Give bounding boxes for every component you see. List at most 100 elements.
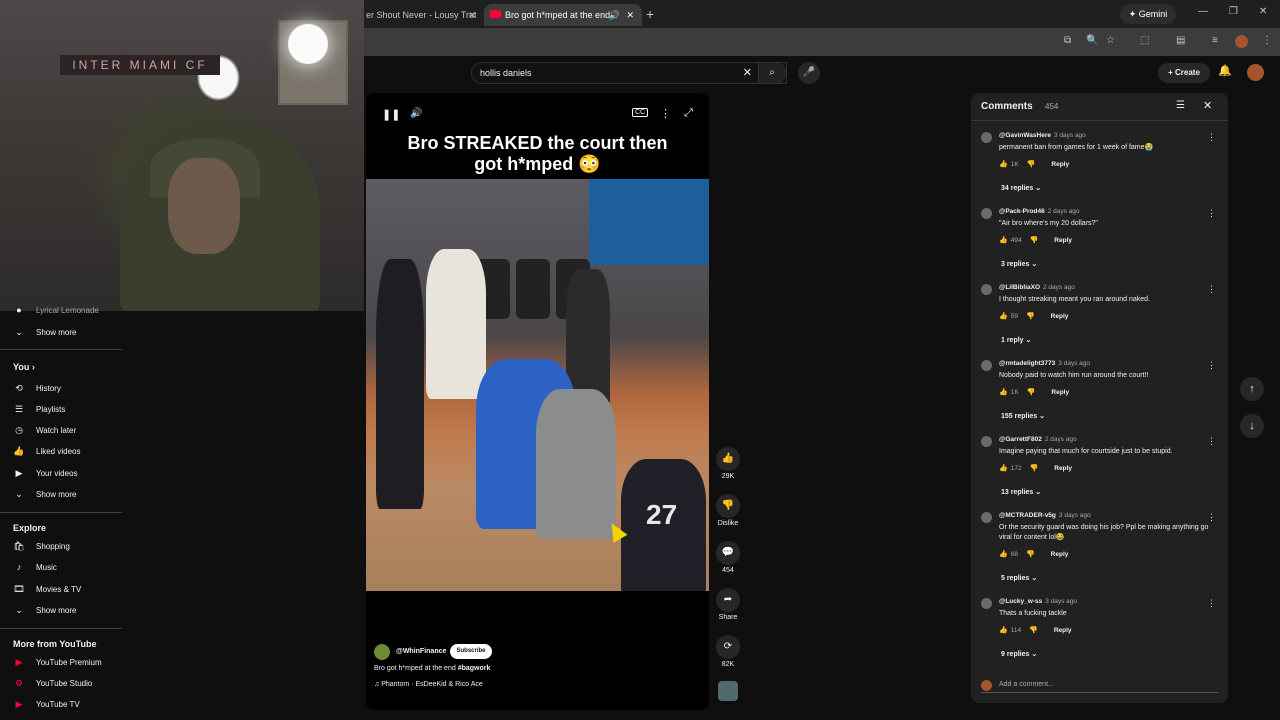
sound-thumbnail[interactable] [718,681,738,701]
zoom-icon[interactable]: 🔍 [1086,35,1098,46]
sidebar-item-studio[interactable]: ⚙ YouTube Studio [12,674,92,692]
close-icon[interactable]: ✕ [1203,99,1212,112]
minimize-icon[interactable]: — [1198,6,1208,17]
clear-search-icon[interactable]: ✕ [743,63,752,83]
commenter-avatar[interactable] [981,512,992,523]
view-replies-button[interactable]: 34 replies ⌄ [1001,184,1041,192]
remix-icon[interactable]: ⟳ [716,635,740,659]
account-avatar[interactable] [1247,64,1264,81]
new-tab-button[interactable]: + [646,4,654,24]
hashtag-link[interactable]: #bagwork [458,665,491,672]
add-comment-input[interactable]: Add a comment... [981,679,1218,693]
thumbs-down-icon[interactable]: 👎 [1027,389,1036,396]
bookmark-star-icon[interactable]: ☆ [1106,35,1115,46]
thumbs-up-icon[interactable]: 👍 [999,389,1008,396]
audio-playing-icon[interactable]: 🔊 [609,4,620,26]
side-panel-icon[interactable]: ▤ [1176,35,1185,46]
thumbs-down-icon[interactable]: 👎 [1027,161,1036,168]
thumbs-up-icon[interactable]: 👍 [999,551,1008,558]
thumbs-up-icon[interactable]: 👍 [999,627,1008,634]
search-icon[interactable]: ⌕ [758,62,786,84]
comment-more-icon[interactable]: ⋮ [1207,436,1216,447]
shorts-player[interactable]: ❚❚ 🔊 CC ⋮ ⤢ Bro STREAKED the court then … [366,93,709,710]
sidebar-show-more[interactable]: ⌄ Show more [12,485,76,503]
share-action[interactable]: ➦ Share [716,588,740,624]
browser-tab[interactable]: er Shout Never - Lousy Trut ✕ [366,4,476,26]
sidebar-show-more[interactable]: ⌄ Show more [12,323,76,341]
comment-more-icon[interactable]: ⋮ [1207,132,1216,143]
close-window-icon[interactable]: ✕ [1259,6,1267,17]
reply-button[interactable]: Reply [1054,465,1072,472]
browser-tab-active[interactable]: Bro got h*mped at the end 🔊 ✕ [484,4,642,26]
commenter-avatar[interactable] [981,360,992,371]
comment-author[interactable]: @Pack-Prod46 2 days ago [999,208,1080,215]
create-button[interactable]: + Create [1158,63,1210,83]
view-replies-button[interactable]: 155 replies ⌄ [1001,412,1045,420]
commenter-avatar[interactable] [981,598,992,609]
volume-icon[interactable]: 🔊 [410,108,422,119]
channel-name[interactable]: @WhinFinance [396,644,446,660]
sidebar-show-more[interactable]: ⌄ Show more [12,601,76,619]
thumbs-down-icon[interactable]: 👎 [1030,237,1039,244]
search-input[interactable]: hollis daniels [480,63,532,83]
reply-button[interactable]: Reply [1051,551,1069,558]
sidebar-item-liked-videos[interactable]: 👍 Liked videos [12,442,80,460]
more-options-icon[interactable]: ⋮ [660,107,671,120]
sidebar-item-music[interactable]: ♪ Music [12,558,57,576]
comment-more-icon[interactable]: ⋮ [1207,512,1216,523]
gemini-button[interactable]: ✦ Gemini [1120,4,1176,24]
thumbs-up-icon[interactable]: 👍 [999,161,1008,168]
view-replies-button[interactable]: 3 replies ⌄ [1001,260,1037,268]
view-replies-button[interactable]: 5 replies ⌄ [1001,574,1037,582]
view-replies-button[interactable]: 9 replies ⌄ [1001,650,1037,658]
comment-author[interactable]: @MCTRADER-v5g 3 days ago [999,512,1091,519]
maximize-icon[interactable]: ❐ [1229,6,1238,17]
view-replies-button[interactable]: 13 replies ⌄ [1001,488,1041,496]
reply-button[interactable]: Reply [1051,389,1069,396]
subscribe-button[interactable]: Subscribe [450,644,492,659]
comment-author[interactable]: @rmtadelight3773 3 days ago [999,360,1090,367]
view-replies-button[interactable]: 1 reply ⌄ [1001,336,1031,344]
profile-avatar[interactable] [1235,35,1248,48]
thumbs-down-icon[interactable]: 👎 [1026,551,1035,558]
comment-more-icon[interactable]: ⋮ [1207,598,1216,609]
cast-icon[interactable]: ⧉ [1064,35,1071,46]
channel-avatar[interactable] [374,644,390,660]
search-box[interactable]: hollis daniels ✕ ⌕ [471,62,787,84]
music-attribution[interactable]: ♫ Phantom · EsDeeKid & Rico Ace [374,680,483,690]
close-tab-icon[interactable]: ✕ [468,4,476,26]
notifications-bell-icon[interactable]: 🔔 [1218,64,1232,77]
thumbs-up-icon[interactable]: 👍 [999,313,1008,320]
reply-button[interactable]: Reply [1054,627,1072,634]
microphone-icon[interactable]: 🎤 [798,62,820,84]
fullscreen-icon[interactable]: ⤢ [684,107,693,120]
sidebar-item-your-videos[interactable]: ▶ Your videos [12,464,78,482]
remix-action[interactable]: ⟳ 82K [716,635,740,671]
sidebar-item-shopping[interactable]: 🛍 Shopping [12,537,70,555]
reply-button[interactable]: Reply [1051,313,1069,320]
sidebar-item-subscription[interactable]: ● Lyrical Lemonade [12,301,99,319]
comment-author[interactable]: @GarrettF802 2 days ago [999,436,1077,443]
sidebar-you-heading[interactable]: You › [13,362,35,372]
extensions-icon[interactable]: ⬚ [1140,35,1149,46]
dislike-action[interactable]: 👎 Dislike [716,494,740,530]
previous-short-arrow-icon[interactable]: ↑ [1240,377,1264,401]
comment-more-icon[interactable]: ⋮ [1207,284,1216,295]
close-tab-icon[interactable]: ✕ [626,4,634,26]
sidebar-item-history[interactable]: ⟲ History [12,379,61,397]
comment-icon[interactable]: 💬 [716,541,740,565]
comment-author[interactable]: @LilBibliaXO 2 days ago [999,284,1075,291]
share-icon[interactable]: ➦ [716,588,740,612]
thumbs-up-icon[interactable]: 👍 [999,237,1008,244]
sidebar-item-movies[interactable]: 🎞 Movies & TV [12,580,81,598]
commenter-avatar[interactable] [981,208,992,219]
comment-more-icon[interactable]: ⋮ [1207,360,1216,371]
sidebar-item-watch-later[interactable]: ◷ Watch later [12,421,76,439]
sidebar-item-premium[interactable]: ▶ YouTube Premium [12,653,102,671]
sidebar-item-playlists[interactable]: ☰ Playlists [12,400,65,418]
comment-more-icon[interactable]: ⋮ [1207,208,1216,219]
commenter-avatar[interactable] [981,132,992,143]
comments-action[interactable]: 💬 454 [716,541,740,577]
thumbs-down-icon[interactable]: 👎 [716,494,740,518]
comment-author[interactable]: @Lucky_w-ss 3 days ago [999,598,1077,605]
